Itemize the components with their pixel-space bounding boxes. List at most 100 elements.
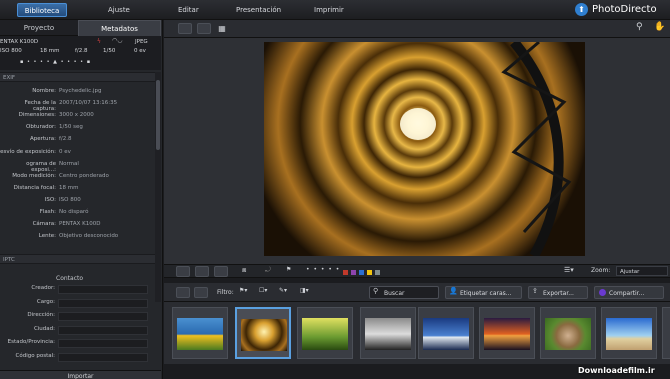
iptc-field-input[interactable] [58, 285, 148, 294]
thumbnail-view-icon[interactable] [176, 287, 190, 298]
person-icon: 👤 [449, 287, 458, 295]
exif-key: Dimensiones: [18, 112, 56, 119]
rating-stars[interactable]: • • • • • [306, 266, 340, 273]
exif-value: 18 mm [59, 184, 79, 191]
zoom-label: Zoom: [591, 267, 611, 274]
face-tag-icon[interactable]: ⧈ [242, 266, 246, 275]
layout-single-icon[interactable] [176, 266, 190, 277]
tab-proyecto[interactable]: Proyecto [0, 20, 78, 36]
exif-key: Apertura: [29, 136, 56, 143]
menu-biblioteca[interactable]: Biblioteca [17, 3, 67, 17]
thumbnail-sunflower[interactable] [172, 307, 228, 359]
import-button[interactable]: Importar [0, 370, 161, 379]
label-purple[interactable] [351, 270, 356, 275]
iptc-row: Estado/Provincia: [0, 339, 152, 349]
exif-key: Distancia focal: [13, 184, 56, 191]
top-menu-bar: Biblioteca Ajuste Editar Presentación Im… [0, 0, 670, 20]
exif-key: Cámara: [32, 221, 56, 228]
exif-key: Nombre: [32, 88, 56, 94]
file-format: JPEG [135, 39, 148, 45]
label-yellow[interactable] [367, 270, 372, 275]
hand-tool-icon[interactable]: ✋ [654, 22, 665, 32]
exif-value: Centro ponderado [59, 172, 109, 179]
camera-model: ENTAX K100D [0, 39, 39, 45]
exif-value: 2007/10/07 13:16:35 [59, 100, 118, 107]
iptc-row: Ciudad: [0, 325, 152, 336]
filter-stack-icon[interactable]: ◨▾ [300, 287, 309, 294]
preview-bottom-bar: ⧈ ⤾ ⚑ • • • • • ☰▾ Zoom: Ajustar [164, 264, 670, 278]
iptc-field-input[interactable] [58, 325, 148, 335]
iptc-field-input[interactable] [58, 353, 148, 362]
share-icon [599, 289, 606, 296]
export-icon: ⇪ [532, 287, 538, 295]
list-view-icon[interactable] [194, 287, 208, 298]
app-window: Biblioteca Ajuste Editar Presentación Im… [0, 0, 670, 379]
flag-icon[interactable]: ⚑ [286, 266, 291, 273]
focal-value: 18 mm [40, 48, 60, 54]
exif-value: 1/50 seg [59, 124, 83, 131]
thumbnail-spiral-selected[interactable] [235, 307, 291, 359]
exif-key: Fecha de la captura: [24, 100, 56, 113]
search-input[interactable]: Buscar [369, 286, 439, 299]
thumbnail-beach[interactable] [601, 307, 657, 359]
label-blue[interactable] [359, 270, 364, 275]
exif-value: Objetivo desconocido [59, 233, 119, 240]
exif-key: Flash: [39, 209, 56, 215]
sort-icon[interactable]: ☰▾ [564, 266, 574, 274]
exif-value: PENTAX K100D [59, 221, 101, 228]
iptc-field-input[interactable] [58, 312, 148, 322]
preview-photo[interactable] [264, 42, 585, 256]
scrollbar-thumb[interactable] [156, 80, 160, 150]
filter-brush-icon[interactable]: ✎▾ [279, 287, 287, 294]
watermark-text: Downloadefilm.ir [578, 366, 655, 375]
tab-metadatos[interactable]: Metadatos [78, 20, 161, 36]
exif-key: ograma de exposi...: [26, 160, 56, 173]
thumbnail-strip [164, 302, 670, 364]
menu-editar[interactable]: Editar [178, 0, 199, 20]
exif-value: 0 ev [59, 148, 71, 155]
iptc-field-label: Creador: [31, 285, 55, 291]
thumbnail-kitten[interactable] [540, 307, 596, 359]
thumbnail-partial[interactable] [662, 307, 670, 359]
thumbnail-blue-mountains[interactable] [418, 307, 474, 359]
label-gray[interactable] [375, 270, 380, 275]
layout-grid-icon[interactable] [214, 266, 228, 277]
exif-key: Modo medición: [12, 172, 56, 179]
label-red[interactable] [343, 270, 348, 275]
search-icon: ⚲ [373, 287, 379, 295]
filter-flag-icon[interactable]: ⚑▾ [239, 287, 247, 294]
exif-value: Normal [59, 160, 79, 167]
thumbnail-bw-cityscape[interactable] [360, 307, 416, 359]
iptc-row: Cargo: [0, 298, 152, 309]
zoom-dropdown[interactable]: Ajustar [616, 266, 668, 276]
brand-name: PhotoDirecto [592, 4, 657, 15]
ev-value: 0 ev [134, 48, 146, 54]
exif-section-header[interactable]: EXIF [0, 72, 161, 82]
iptc-field-input[interactable] [58, 298, 148, 308]
iso-value: ISO 800 [0, 48, 22, 54]
menu-imprimir[interactable]: Imprimir [314, 0, 344, 20]
menu-presentacion[interactable]: Presentación [236, 0, 281, 20]
aperture-value: f/2.8 [75, 48, 88, 54]
layout-compare-icon[interactable] [195, 266, 209, 277]
single-view-icon[interactable] [178, 23, 192, 34]
iptc-field-label: Código postal: [15, 353, 55, 359]
thumbnail-sunset-lake[interactable] [479, 307, 535, 359]
image-view-icon[interactable] [197, 23, 211, 34]
iptc-field-input[interactable] [58, 339, 148, 349]
exif-summary-bar: ENTAX K100D ϟ ◠◡ JPEG ISO 800 18 mm f/2.… [0, 36, 161, 70]
iptc-field-label: Dirección: [27, 312, 55, 319]
rotate-icon[interactable]: ⤾ [265, 266, 271, 275]
metering-icon: ◠◡ [112, 37, 123, 44]
exif-value: f/2.8 [59, 136, 72, 143]
brand-arrow-icon: ⬆ [575, 3, 588, 16]
search-zoom-icon[interactable]: ⚲ [636, 22, 643, 32]
exif-value: No disparó [59, 209, 89, 215]
filter-select-icon[interactable]: ☐▾ [259, 287, 267, 294]
iptc-field-label: Ciudad: [33, 325, 55, 332]
thumbnail-meadow[interactable] [297, 307, 353, 359]
menu-ajuste[interactable]: Ajuste [108, 0, 130, 20]
grid-view-icon[interactable]: ▦ [215, 23, 229, 34]
left-panel: Proyecto Metadatos ENTAX K100D ϟ ◠◡ JPEG… [0, 20, 163, 379]
iptc-section-header[interactable]: IPTC [0, 254, 161, 264]
